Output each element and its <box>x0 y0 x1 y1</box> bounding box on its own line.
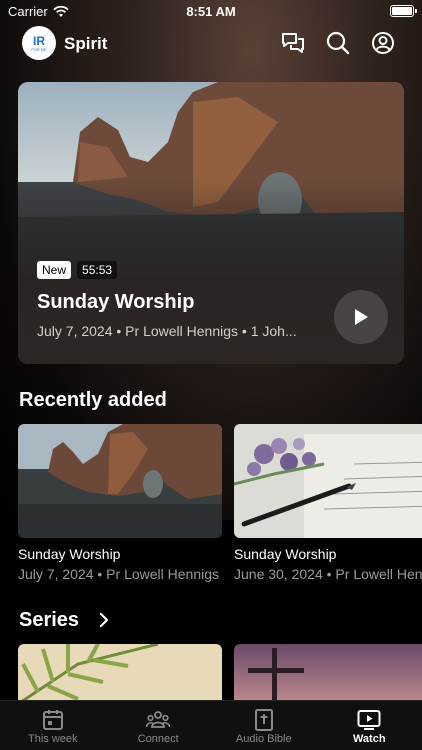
chevron-right-icon[interactable] <box>97 612 111 628</box>
logo-text: IR <box>33 33 45 48</box>
app-name: Spirit <box>64 34 108 53</box>
new-badge: New <box>37 261 72 279</box>
hero-badges: New 55:53 <box>37 261 118 279</box>
tab-this-week[interactable]: This week <box>0 701 106 750</box>
recent-card-meta: July 7, 2024 • Pr Lowell Hennigs <box>18 566 220 582</box>
tab-label: Watch <box>352 733 386 745</box>
bible-icon <box>254 709 273 731</box>
battery-icon <box>390 5 417 17</box>
logo-subtext: FOR ME <box>31 46 47 52</box>
recent-thumbnail <box>18 424 222 538</box>
tab-label: Connect <box>137 733 179 745</box>
play-icon <box>355 309 368 325</box>
app-header: IR FOR ME Spirit <box>0 24 422 64</box>
featured-sermon-card[interactable]: New 55:53 Sunday Worship July 7, 2024 • … <box>18 82 404 364</box>
series-card[interactable] <box>18 644 222 704</box>
status-bar: Carrier 8:51 AM <box>0 0 422 24</box>
series-card[interactable] <box>234 644 422 704</box>
recent-card[interactable]: Sunday Worship July 7, 2024 • Pr Lowell … <box>18 424 222 582</box>
tab-label: Audio Bible <box>235 733 292 745</box>
pen-letter-image <box>234 424 422 538</box>
account-icon[interactable] <box>370 30 396 56</box>
people-icon <box>146 711 171 728</box>
calendar-icon <box>42 710 63 730</box>
hero-title: Sunday Worship <box>37 291 195 313</box>
recent-card-title: Sunday Worship <box>234 546 337 562</box>
recent-card-title: Sunday Worship <box>18 546 121 562</box>
cliff-image <box>18 424 222 538</box>
search-icon[interactable] <box>325 30 351 56</box>
battery-fill <box>392 7 412 15</box>
cross-image <box>234 644 422 704</box>
play-button[interactable] <box>334 290 388 344</box>
app-logo[interactable]: IR FOR ME <box>22 26 56 60</box>
recent-thumbnail <box>234 424 422 538</box>
series-title[interactable]: Series <box>19 609 79 632</box>
tab-label: This week <box>27 733 78 745</box>
tab-connect[interactable]: Connect <box>106 701 212 750</box>
chat-icon[interactable] <box>280 30 306 56</box>
status-time: 8:51 AM <box>186 4 236 19</box>
tv-play-icon <box>357 710 381 730</box>
recent-card[interactable]: Sunday Worship June 30, 2024 • Pr Lowell… <box>234 424 422 582</box>
duration-badge: 55:53 <box>77 261 118 279</box>
hero-meta: July 7, 2024 • Pr Lowell Hennigs • 1 Joh… <box>37 323 297 339</box>
tab-bar: This week Connect Audio Bible Watch <box>0 700 422 750</box>
recent-card-meta: June 30, 2024 • Pr Lowell Hennigs <box>234 566 422 582</box>
palm-leaf-image <box>18 644 222 704</box>
tab-watch[interactable]: Watch <box>317 701 422 750</box>
recently-added-title: Recently added <box>19 389 167 411</box>
tab-audio-bible[interactable]: Audio Bible <box>211 701 317 750</box>
